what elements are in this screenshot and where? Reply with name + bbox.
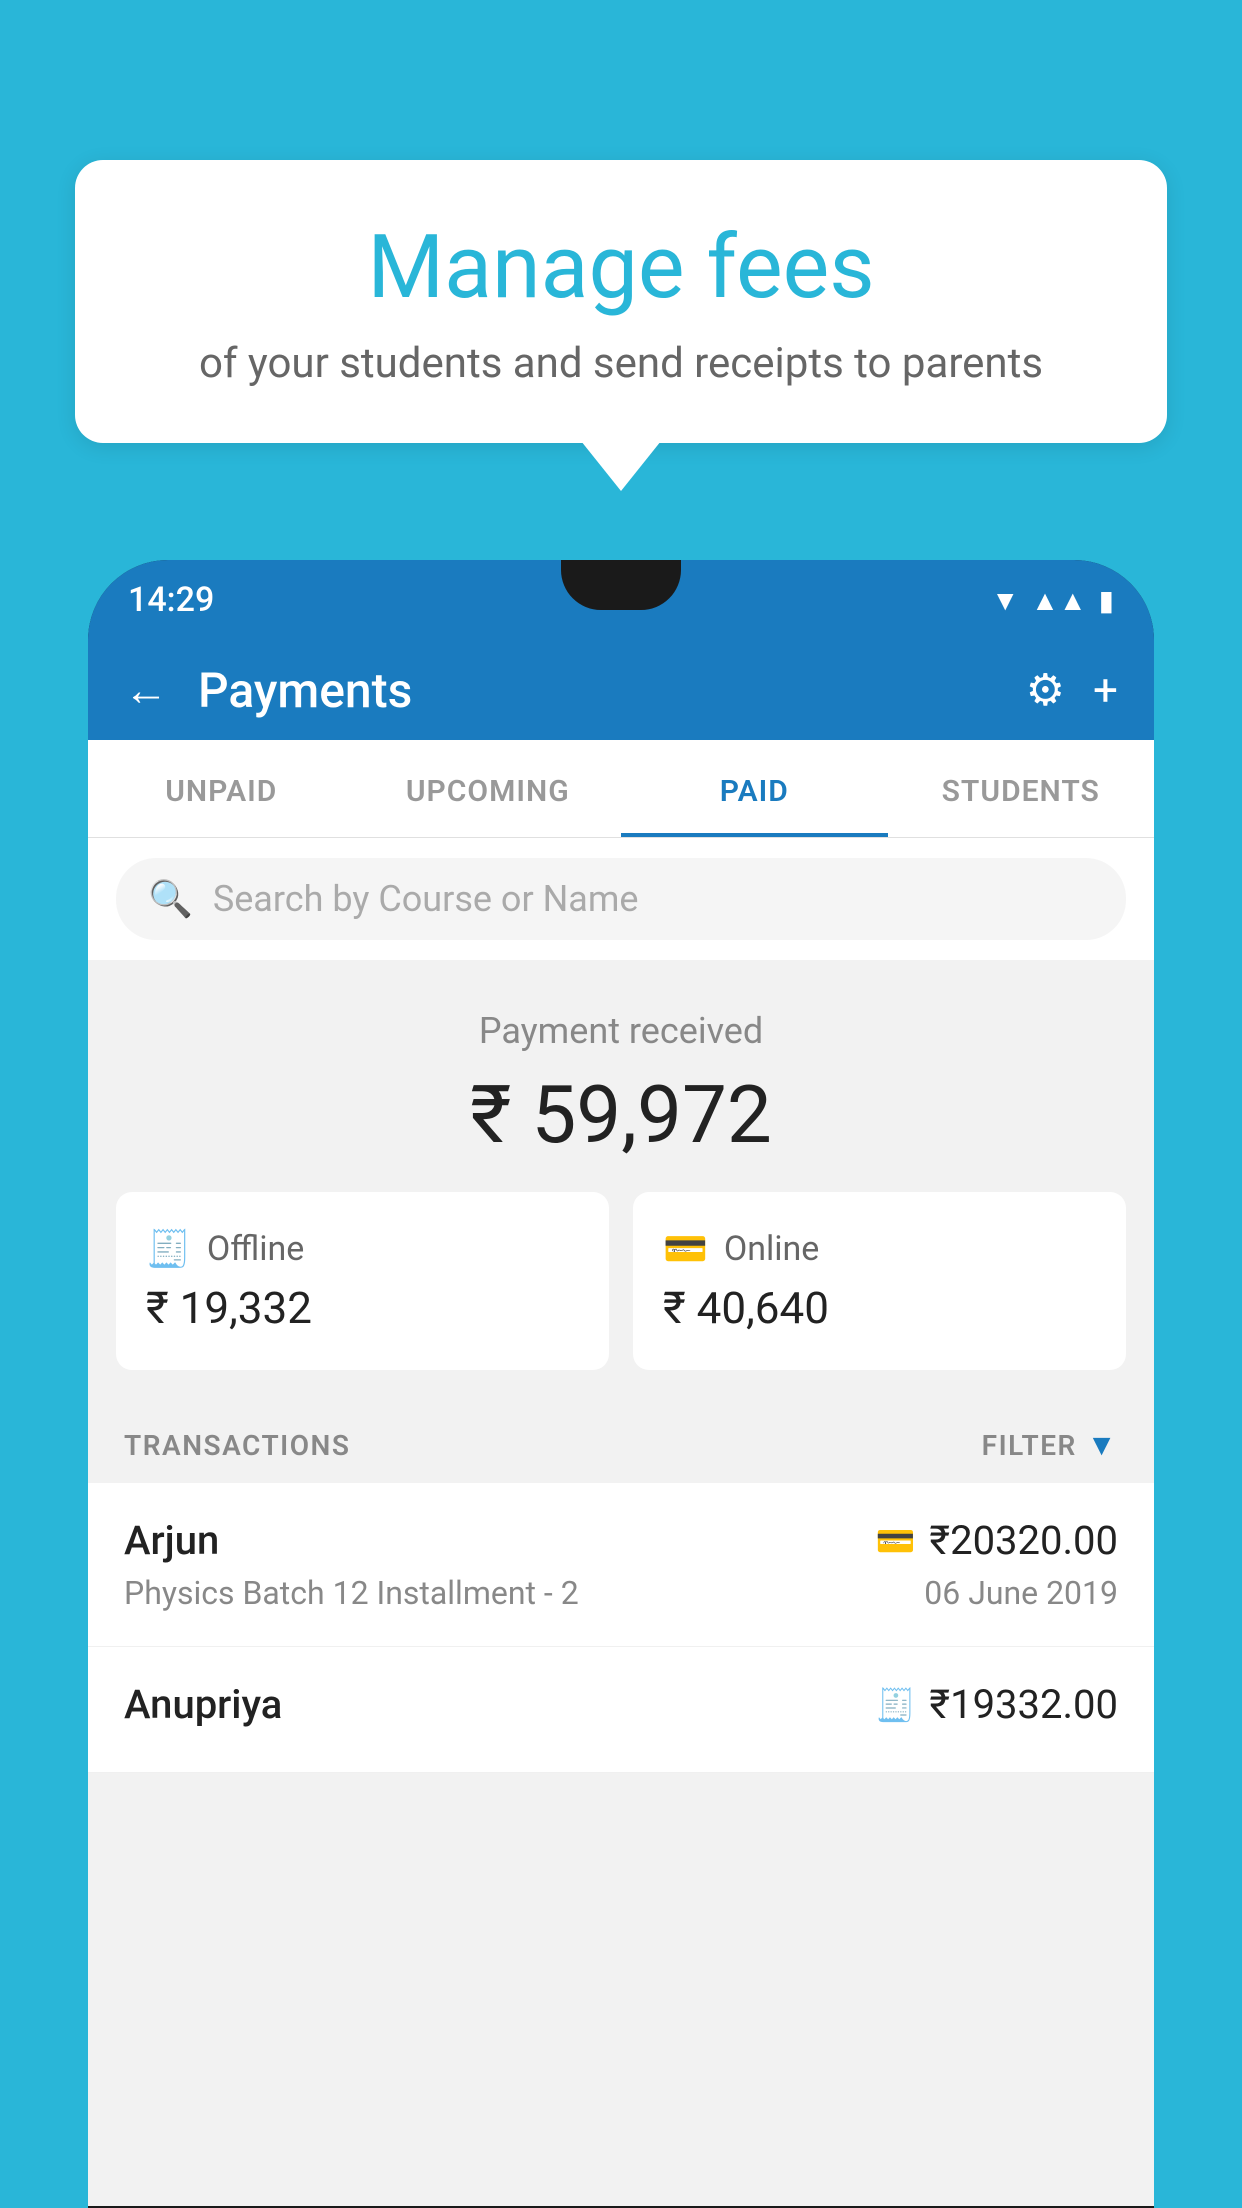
wifi-icon: ▼ xyxy=(991,584,1019,617)
online-label: Online xyxy=(724,1229,820,1269)
search-container: 🔍 Search by Course or Name xyxy=(88,838,1154,960)
transaction-amount: ₹20320.00 xyxy=(929,1517,1118,1564)
transaction-bottom: Physics Batch 12 Installment - 2 06 June… xyxy=(124,1574,1118,1612)
status-time: 14:29 xyxy=(128,580,214,620)
tab-paid[interactable]: PAID xyxy=(621,740,888,837)
phone-frame: 14:29 ▼ ▲▲ ▮ ← Payments ⚙ + UNPAID UPCOM… xyxy=(88,560,1154,2208)
offline-payment-icon: 🧾 xyxy=(876,1686,916,1724)
transaction-amount-wrap-2: 🧾 ₹19332.00 xyxy=(876,1681,1118,1728)
page-title: Payments xyxy=(198,662,996,719)
search-icon: 🔍 xyxy=(148,878,193,920)
online-payment-icon: 💳 xyxy=(876,1522,916,1560)
bubble-subtitle: of your students and send receipts to pa… xyxy=(145,339,1097,388)
filter-label: FILTER xyxy=(982,1429,1077,1462)
status-bar: 14:29 ▼ ▲▲ ▮ xyxy=(88,560,1154,640)
payment-received-label: Payment received xyxy=(88,1010,1154,1052)
payment-received-section: Payment received ₹ 59,972 xyxy=(88,960,1154,1192)
speech-bubble: Manage fees of your students and send re… xyxy=(75,160,1167,443)
settings-icon[interactable]: ⚙ xyxy=(1026,664,1065,716)
transaction-amount-wrap: 💳 ₹20320.00 xyxy=(876,1517,1118,1564)
bubble-title: Manage fees xyxy=(145,220,1097,317)
screen-content: 🔍 Search by Course or Name Payment recei… xyxy=(88,838,1154,2206)
back-button[interactable]: ← xyxy=(124,664,168,716)
tab-unpaid[interactable]: UNPAID xyxy=(88,740,355,837)
offline-card: 🧾 Offline ₹ 19,332 xyxy=(116,1192,609,1370)
payment-cards-row: 🧾 Offline ₹ 19,332 💳 Online ₹ 40,640 xyxy=(88,1192,1154,1400)
transaction-name: Arjun xyxy=(124,1517,219,1564)
table-row: Anupriya 🧾 ₹19332.00 xyxy=(88,1647,1154,1773)
filter-button[interactable]: FILTER ▼ xyxy=(982,1428,1118,1463)
offline-amount: ₹ 19,332 xyxy=(146,1282,579,1334)
transaction-top-2: Anupriya 🧾 ₹19332.00 xyxy=(124,1681,1118,1728)
transaction-date: 06 June 2019 xyxy=(924,1574,1118,1612)
transaction-amount-2: ₹19332.00 xyxy=(929,1681,1118,1728)
payment-received-amount: ₹ 59,972 xyxy=(88,1068,1154,1162)
filter-icon: ▼ xyxy=(1087,1428,1118,1463)
online-card-header: 💳 Online xyxy=(663,1228,1096,1270)
transaction-top: Arjun 💳 ₹20320.00 xyxy=(124,1517,1118,1564)
add-icon[interactable]: + xyxy=(1093,664,1118,716)
transaction-description: Physics Batch 12 Installment - 2 xyxy=(124,1574,579,1612)
table-row: Arjun 💳 ₹20320.00 Physics Batch 12 Insta… xyxy=(88,1483,1154,1647)
offline-icon: 🧾 xyxy=(146,1228,191,1270)
tab-upcoming[interactable]: UPCOMING xyxy=(355,740,622,837)
header-icons: ⚙ + xyxy=(1026,664,1118,716)
online-card: 💳 Online ₹ 40,640 xyxy=(633,1192,1126,1370)
phone-notch xyxy=(561,560,681,610)
transaction-name-2: Anupriya xyxy=(124,1681,282,1728)
transaction-list: Arjun 💳 ₹20320.00 Physics Batch 12 Insta… xyxy=(88,1483,1154,1773)
online-icon: 💳 xyxy=(663,1228,708,1270)
search-placeholder-text: Search by Course or Name xyxy=(213,878,639,920)
status-icons: ▼ ▲▲ ▮ xyxy=(991,584,1114,617)
search-bar[interactable]: 🔍 Search by Course or Name xyxy=(116,858,1126,940)
offline-card-header: 🧾 Offline xyxy=(146,1228,579,1270)
battery-icon: ▮ xyxy=(1099,584,1114,617)
app-header: ← Payments ⚙ + xyxy=(88,640,1154,740)
tab-students[interactable]: STUDENTS xyxy=(888,740,1155,837)
signal-icon: ▲▲ xyxy=(1031,584,1086,617)
transactions-header: TRANSACTIONS FILTER ▼ xyxy=(88,1400,1154,1483)
offline-label: Offline xyxy=(207,1229,304,1269)
tabs-bar: UNPAID UPCOMING PAID STUDENTS xyxy=(88,740,1154,838)
transactions-label: TRANSACTIONS xyxy=(124,1429,350,1462)
online-amount: ₹ 40,640 xyxy=(663,1282,1096,1334)
